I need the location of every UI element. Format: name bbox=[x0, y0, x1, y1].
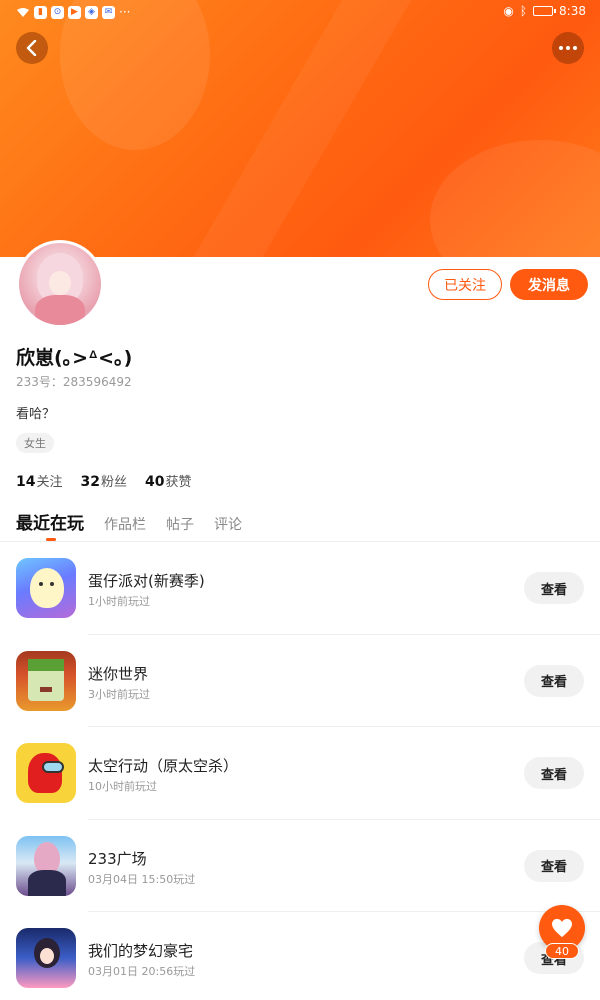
game-title: 233广场 bbox=[88, 849, 147, 868]
bluetooth-icon: ᛒ bbox=[519, 4, 528, 18]
user-bio: 看哈？ bbox=[16, 407, 56, 422]
profile-banner bbox=[0, 0, 600, 257]
mini-world-icon bbox=[16, 650, 76, 711]
game-title: 蛋仔派对(新赛季) bbox=[88, 572, 205, 590]
tab-works[interactable]: 作品栏 bbox=[104, 514, 146, 534]
user-name: 欣崽(｡>ᐞ<｡) bbox=[16, 347, 133, 369]
view-button[interactable]: 查看 bbox=[524, 572, 584, 604]
more-options-button[interactable] bbox=[552, 32, 584, 64]
list-item[interactable]: 太空行动（原太空杀） 10小时前玩过 查看 bbox=[0, 727, 600, 820]
view-button[interactable]: 查看 bbox=[524, 849, 584, 882]
tab-comments[interactable]: 评论 bbox=[214, 514, 242, 534]
profile-tabs: 最近在玩 作品栏 帖子 评论 bbox=[16, 509, 242, 541]
plaza-233-icon bbox=[16, 835, 76, 896]
game-played-time: 3小时前玩过 bbox=[88, 687, 150, 701]
play-notification-icon: ▶ bbox=[68, 5, 81, 19]
game-title: 太空行动（原太空杀） bbox=[88, 757, 239, 775]
battery-icon bbox=[533, 6, 557, 16]
list-item[interactable]: 迷你世界 3小时前玩过 查看 bbox=[0, 635, 600, 727]
avatar-image bbox=[19, 243, 101, 325]
more-dots-icon bbox=[559, 46, 577, 50]
user-id: 233号：283596492 bbox=[16, 375, 132, 389]
status-bar: ▮ ⊙ ▶ ◈ ✉ ··· ◉ ᛒ 8:38 bbox=[0, 0, 600, 24]
list-item[interactable]: 233广场 03月04日 15:50玩过 查看 bbox=[0, 820, 600, 912]
game-played-time: 1小时前玩过 bbox=[88, 595, 150, 608]
stat-fans[interactable]: 32粉丝 bbox=[81, 471, 128, 490]
view-button[interactable]: 查看 bbox=[524, 757, 584, 789]
game-title: 我们的梦幻豪宅 bbox=[88, 942, 194, 960]
battery-saver-icon: ▮ bbox=[34, 5, 47, 19]
stat-following[interactable]: 14关注 bbox=[16, 471, 63, 490]
list-item[interactable]: 我们的梦幻豪宅 03月01日 20:56玩过 查看 bbox=[0, 912, 600, 1000]
message-notification-icon: ✉ bbox=[102, 5, 115, 19]
recent-games-list: 蛋仔派对(新赛季) 1小时前玩过 查看 迷你世界 3小时前玩过 查看 太空行动（… bbox=[0, 542, 600, 1000]
shield-notification-icon: ◈ bbox=[85, 5, 98, 19]
game-played-time: 10小时前玩过 bbox=[88, 780, 157, 793]
wifi-icon bbox=[17, 7, 29, 17]
eye-icon: ◉ bbox=[503, 4, 514, 18]
back-arrow-icon bbox=[26, 40, 37, 56]
tab-posts[interactable]: 帖子 bbox=[166, 514, 194, 534]
view-button[interactable]: 查看 bbox=[524, 664, 584, 697]
avatar[interactable] bbox=[16, 240, 104, 328]
game-played-time: 03月04日 15:50玩过 bbox=[88, 872, 196, 886]
status-icons-left: ▮ ⊙ ▶ ◈ ✉ ··· bbox=[16, 5, 130, 19]
stat-likes[interactable]: 40获赞 bbox=[145, 471, 192, 490]
tab-recently-played[interactable]: 最近在玩 bbox=[16, 509, 84, 541]
heart-icon bbox=[552, 918, 572, 938]
like-count-badge: 40 bbox=[545, 943, 579, 959]
list-item[interactable]: 蛋仔派对(新赛季) 1小时前玩过 查看 bbox=[0, 542, 600, 635]
space-action-icon bbox=[16, 743, 76, 803]
banner-decoration bbox=[430, 140, 600, 257]
dream-mansion-icon bbox=[16, 928, 76, 988]
app-notification-icon: ⊙ bbox=[51, 5, 64, 19]
user-stats: 14关注 32粉丝 40获赞 bbox=[16, 471, 192, 490]
status-icons-right: ◉ ᛒ 8:38 bbox=[503, 4, 586, 18]
clock: 8:38 bbox=[559, 4, 586, 18]
gender-tag: 女生 bbox=[16, 433, 54, 453]
send-message-button[interactable]: 发消息 bbox=[510, 269, 588, 300]
egg-party-icon bbox=[16, 558, 76, 618]
game-title: 迷你世界 bbox=[88, 664, 149, 683]
following-button[interactable]: 已关注 bbox=[428, 269, 502, 300]
back-button[interactable] bbox=[16, 32, 48, 64]
more-notifications-icon: ··· bbox=[119, 5, 131, 19]
game-played-time: 03月01日 20:56玩过 bbox=[88, 965, 196, 978]
